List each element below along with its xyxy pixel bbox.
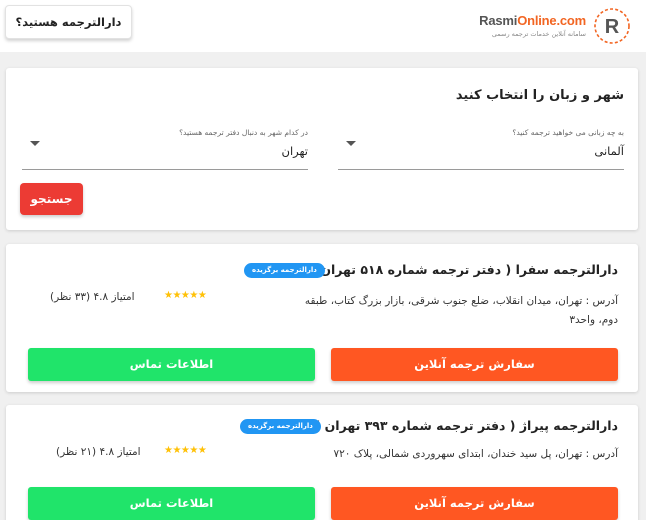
order-translation-button[interactable]: سفارش ترجمه آنلاین bbox=[331, 487, 618, 520]
office-name[interactable]: دارالترجمه پیراژ ( دفتر ترجمه شماره ۳۹۳ … bbox=[315, 418, 618, 433]
language-select[interactable]: به چه زبانی می خواهید ترجمه کنید؟ آلمانی bbox=[338, 122, 624, 170]
rating-stars-icon: ★★★★★ bbox=[164, 290, 207, 301]
office-address: آدرس : تهران، پل سید خندان، ابتدای سهرور… bbox=[333, 448, 618, 460]
translator-signup-button[interactable]: دارالترجمه هستید؟ bbox=[5, 5, 132, 39]
rating-stars-icon: ★★★★★ bbox=[164, 445, 207, 456]
contact-info-button[interactable]: اطلاعات تماس bbox=[28, 348, 315, 381]
city-select[interactable]: در کدام شهر به دنبال دفتر ترجمه هستید؟ ت… bbox=[22, 122, 308, 170]
site-header: R RasmiOnline.com سامانه آنلاین خدمات تر… bbox=[0, 0, 646, 52]
search-title: شهر و زبان را انتخاب کنید bbox=[455, 88, 624, 103]
language-select-value: آلمانی bbox=[594, 144, 624, 158]
office-card: دارالترجمه سفرا ( دفتر ترجمه شماره ۵۱۸ ت… bbox=[6, 244, 638, 392]
office-rating: امتیاز ۴.۸ (۲۱ نظر) bbox=[56, 446, 141, 458]
language-select-label: به چه زبانی می خواهید ترجمه کنید؟ bbox=[512, 128, 624, 137]
office-name[interactable]: دارالترجمه سفرا ( دفتر ترجمه شماره ۵۱۸ ت… bbox=[310, 262, 618, 277]
featured-badge: دارالترجمه برگزیده bbox=[240, 419, 321, 434]
featured-badge: دارالترجمه برگزیده bbox=[244, 263, 325, 278]
svg-text:R: R bbox=[605, 16, 620, 38]
contact-info-button[interactable]: اطلاعات تماس bbox=[28, 487, 315, 520]
dropdown-arrow-icon bbox=[346, 141, 356, 146]
search-button[interactable]: جستجو bbox=[20, 183, 83, 215]
city-select-label: در کدام شهر به دنبال دفتر ترجمه هستید؟ bbox=[179, 128, 308, 137]
office-card: دارالترجمه پیراژ ( دفتر ترجمه شماره ۳۹۳ … bbox=[6, 405, 638, 520]
city-select-value: تهران bbox=[281, 144, 309, 158]
order-translation-button[interactable]: سفارش ترجمه آنلاین bbox=[331, 348, 618, 381]
logo-wordmark: RasmiOnline.com bbox=[479, 13, 586, 28]
office-address: آدرس : تهران، میدان انقلاب، ضلع جنوب شرق… bbox=[304, 295, 618, 326]
site-logo[interactable]: R RasmiOnline.com سامانه آنلاین خدمات تر… bbox=[452, 4, 632, 48]
logo-tagline: سامانه آنلاین خدمات ترجمه رسمی bbox=[491, 30, 586, 38]
dropdown-arrow-icon bbox=[30, 141, 40, 146]
office-rating: امتیاز ۴.۸ (۳۳ نظر) bbox=[50, 291, 135, 303]
logo-emblem-icon: R bbox=[594, 8, 630, 44]
